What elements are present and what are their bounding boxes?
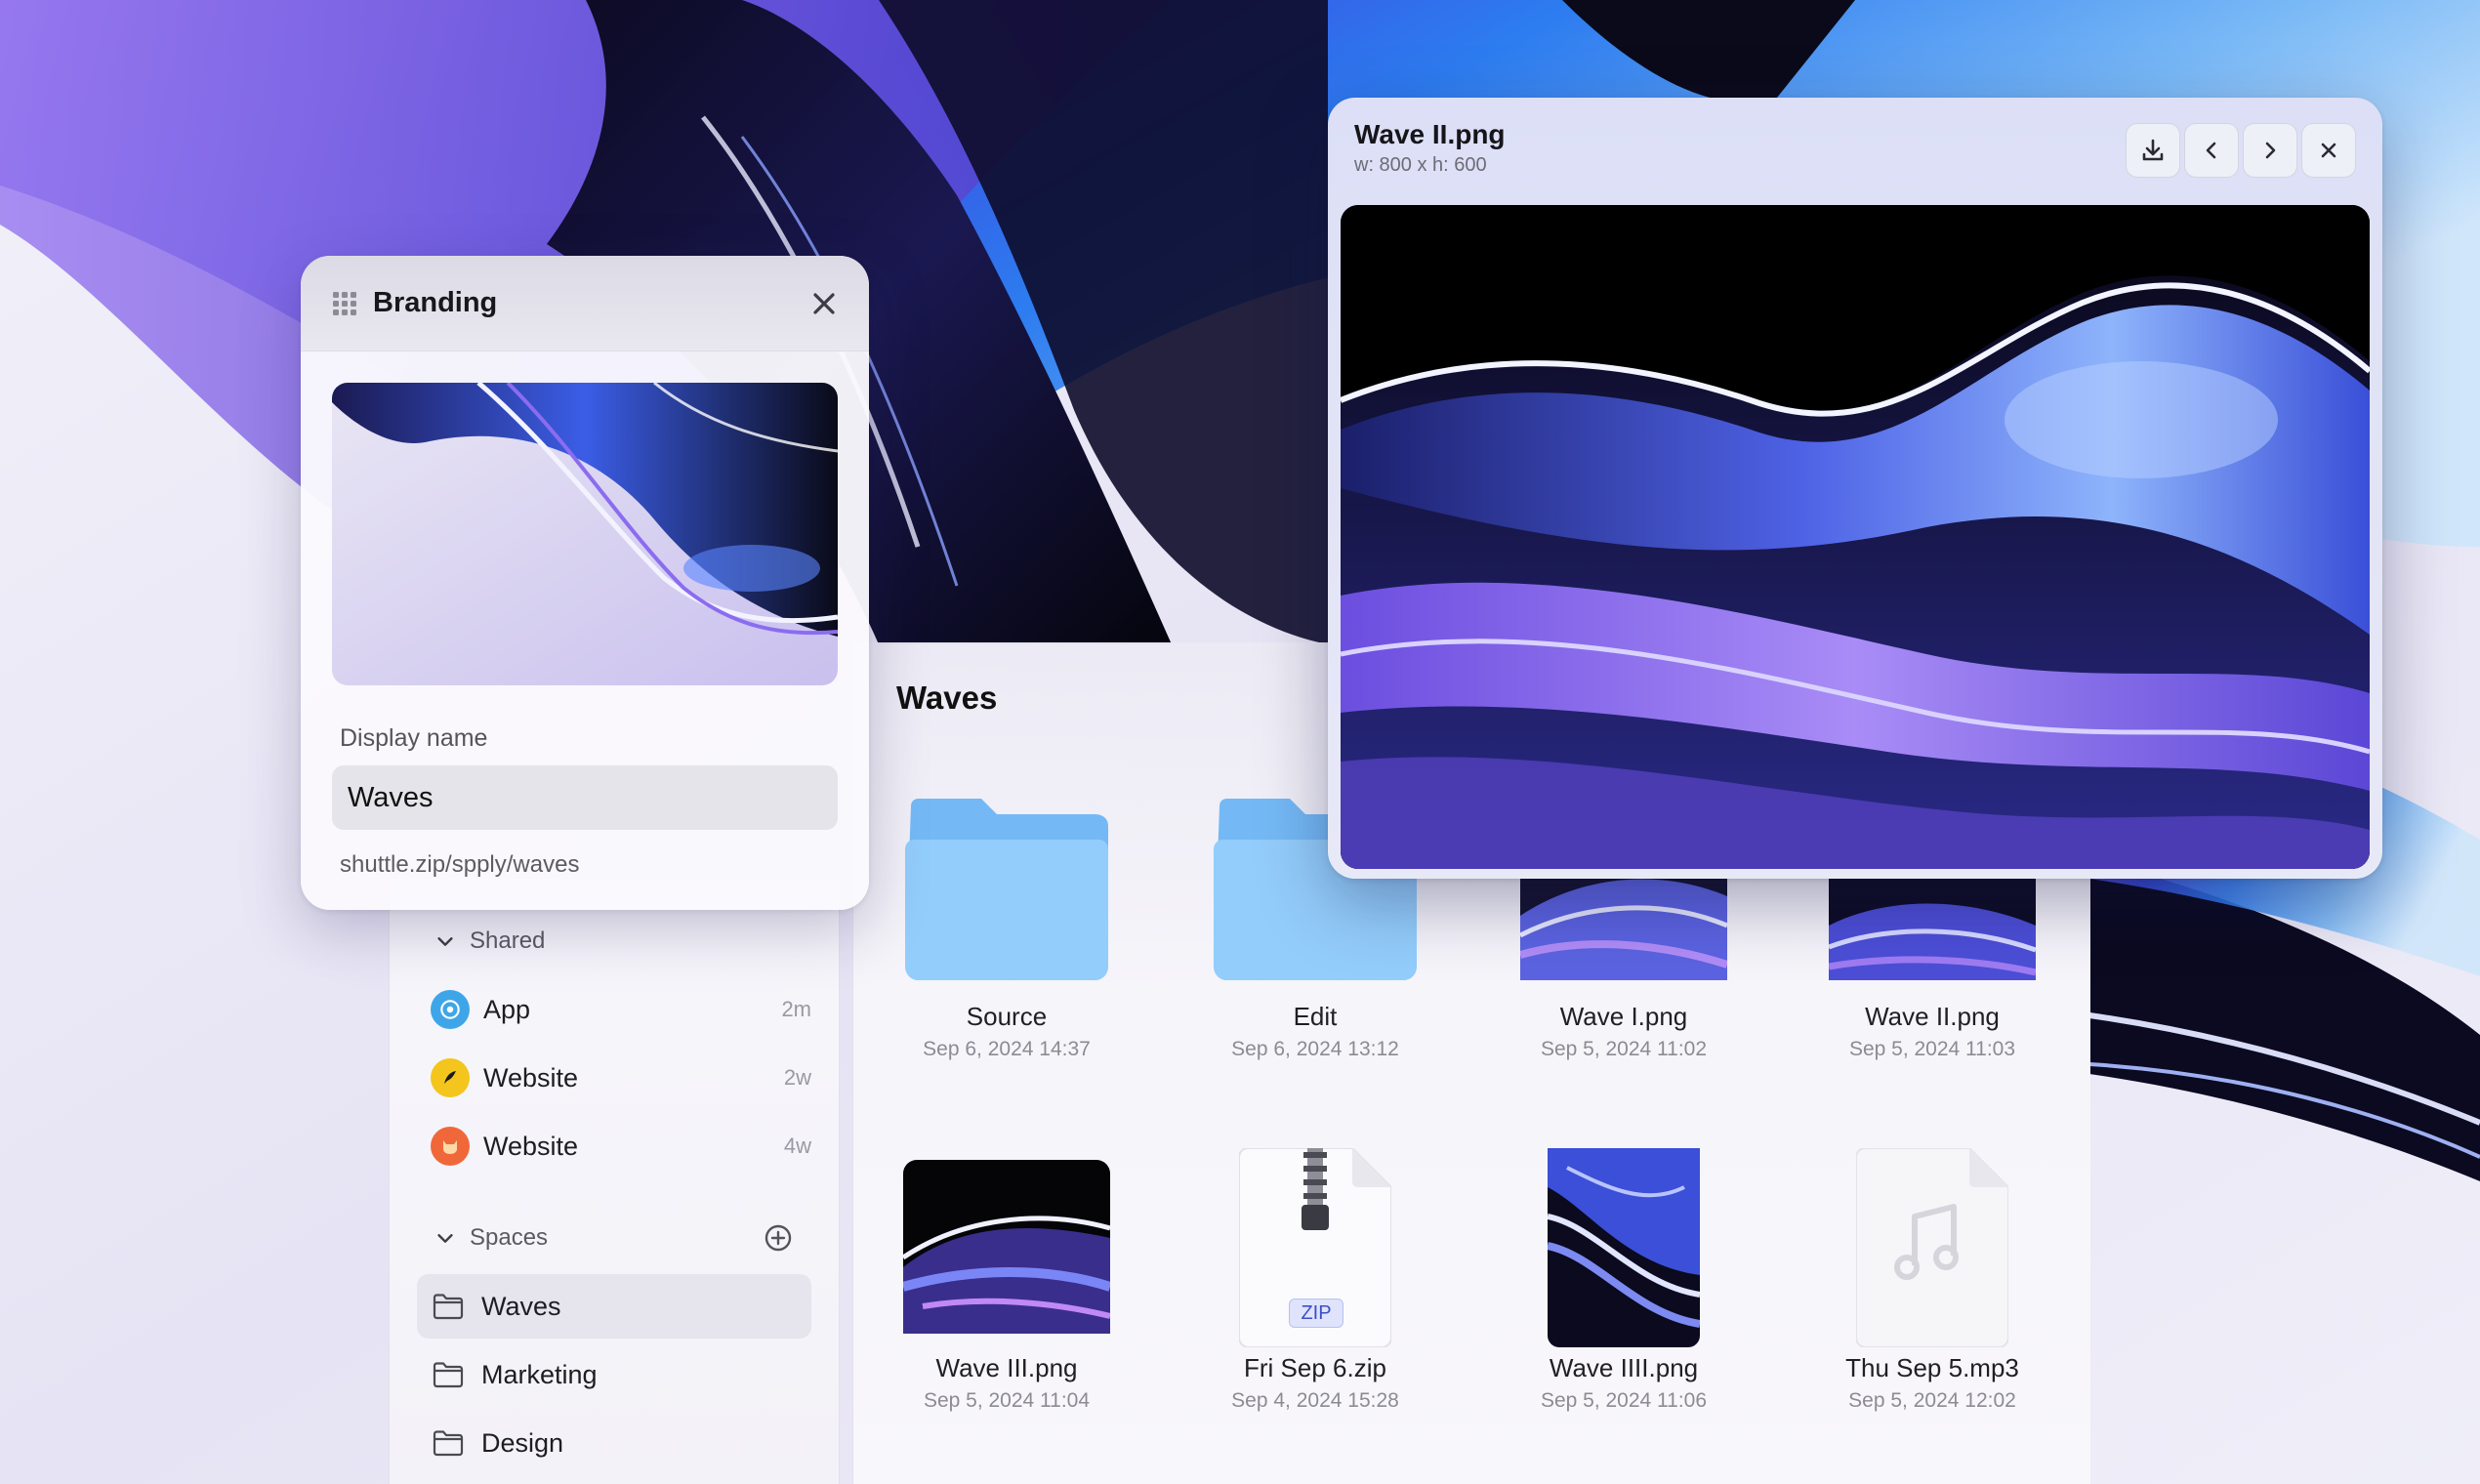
shared-item-label: App (483, 994, 531, 1024)
file-date: Sep 4, 2024 15:28 (1231, 1389, 1399, 1412)
file-date: Sep 5, 2024 11:02 (1540, 1038, 1708, 1060)
cat-logo-icon (431, 1127, 470, 1166)
preview-file-name: Wave II.png (1354, 119, 1506, 149)
shared-item-app[interactable]: App 2m (431, 982, 811, 1037)
sidebar-item-marketing[interactable]: Marketing (417, 1342, 811, 1407)
chevron-down-icon (437, 1234, 453, 1243)
chevron-right-icon (2265, 142, 2276, 159)
next-button[interactable] (2243, 123, 2297, 178)
file-name: Wave II.png (1865, 1002, 2000, 1031)
file-date: Sep 5, 2024 12:02 (1848, 1389, 2016, 1412)
download-button[interactable] (2126, 123, 2180, 178)
previous-button[interactable] (2184, 123, 2239, 178)
file-name: Source (966, 1002, 1048, 1031)
file-name: Thu Sep 5.mp3 (1845, 1353, 2019, 1382)
file-tile-wave-iiii[interactable]: Wave IIII.png Sep 5, 2024 11:06 (1477, 1148, 1770, 1422)
folder-icon (433, 1430, 464, 1457)
close-preview-button[interactable] (2301, 123, 2356, 178)
share-url: shuttle.zip/spply/waves (340, 851, 580, 878)
image-thumbnail (903, 1160, 1110, 1334)
bird-logo-icon (431, 1058, 470, 1097)
add-space-icon[interactable] (763, 1222, 794, 1254)
file-date: Sep 5, 2024 11:04 (923, 1389, 1091, 1412)
display-name-field[interactable] (332, 765, 838, 830)
shared-item-website[interactable]: Website 2w (431, 1051, 811, 1105)
file-date: Sep 6, 2024 14:37 (923, 1038, 1091, 1060)
page-title: Waves (896, 680, 998, 716)
preview-image[interactable] (1341, 205, 2370, 869)
sidebar-item-design[interactable]: Design (417, 1411, 811, 1475)
shared-section-label: Shared (470, 928, 546, 954)
folder-icon (433, 1294, 464, 1320)
panel-title: Branding (373, 287, 498, 318)
spaces-section-header[interactable]: Spaces (434, 1220, 548, 1256)
display-name-label: Display name (340, 724, 488, 752)
shared-item-website-2[interactable]: Website 4w (431, 1119, 811, 1174)
image-thumbnail (1548, 1148, 1700, 1347)
download-icon (2142, 139, 2164, 161)
file-tile-mp3[interactable]: Thu Sep 5.mp3 Sep 5, 2024 12:02 (1786, 1148, 2079, 1422)
file-date: Sep 6, 2024 13:12 (1231, 1038, 1399, 1060)
shared-item-time: 2w (783, 1065, 811, 1090)
zip-badge: ZIP (1289, 1298, 1343, 1328)
chevron-down-icon (437, 937, 453, 946)
file-name: Wave IIII.png (1549, 1353, 1699, 1382)
preview-dimensions: w: 800 x h: 600 (1354, 154, 1487, 176)
close-icon (2321, 143, 2336, 158)
file-name: Edit (1293, 1002, 1338, 1031)
shared-item-label: Website (483, 1062, 579, 1092)
chevron-left-icon (2206, 142, 2216, 159)
shared-section-header[interactable]: Shared (434, 924, 545, 959)
sidebar-item-label: Design (481, 1427, 564, 1458)
spaces-section-label: Spaces (470, 1224, 549, 1251)
file-tile-zip[interactable]: ZIP Fri Sep 6.zip Sep 4, 2024 15:28 (1169, 1148, 1462, 1422)
folder-icon (905, 799, 1108, 980)
file-name: Wave I.png (1559, 1002, 1688, 1031)
file-name: Wave III.png (935, 1353, 1078, 1382)
sidebar-item-label: Waves (481, 1291, 561, 1321)
sidebar-item-label: Marketing (481, 1359, 598, 1389)
file-date: Sep 5, 2024 11:03 (1848, 1038, 2016, 1060)
shared-item-time: 4w (783, 1134, 811, 1158)
shared-item-label: Website (483, 1131, 579, 1161)
openai-logo-icon (431, 990, 470, 1029)
file-date: Sep 5, 2024 11:06 (1540, 1389, 1708, 1412)
brand-cover-image[interactable] (332, 383, 838, 685)
folder-icon (433, 1362, 464, 1388)
close-icon[interactable] (808, 288, 840, 319)
branding-header[interactable]: Branding (301, 256, 869, 351)
file-tile-wave-iii[interactable]: Wave III.png Sep 5, 2024 11:04 (860, 1148, 1153, 1422)
sidebar-item-waves[interactable]: Waves (417, 1274, 811, 1339)
file-tile-source[interactable]: Source Sep 6, 2024 14:37 (860, 799, 1153, 1060)
image-preview-window: Wave II.png w: 800 x h: 600 (1328, 98, 2382, 879)
shared-item-time: 2m (781, 997, 811, 1021)
sidebar: Shared App 2m Website 2w Website 4w Spac… (389, 879, 840, 1484)
file-name: Fri Sep 6.zip (1244, 1353, 1386, 1382)
branding-panel: Branding Display name shuttle.zip/spply/… (301, 256, 869, 910)
drag-handle-icon[interactable] (330, 289, 359, 318)
audio-file-icon (1856, 1148, 2008, 1347)
